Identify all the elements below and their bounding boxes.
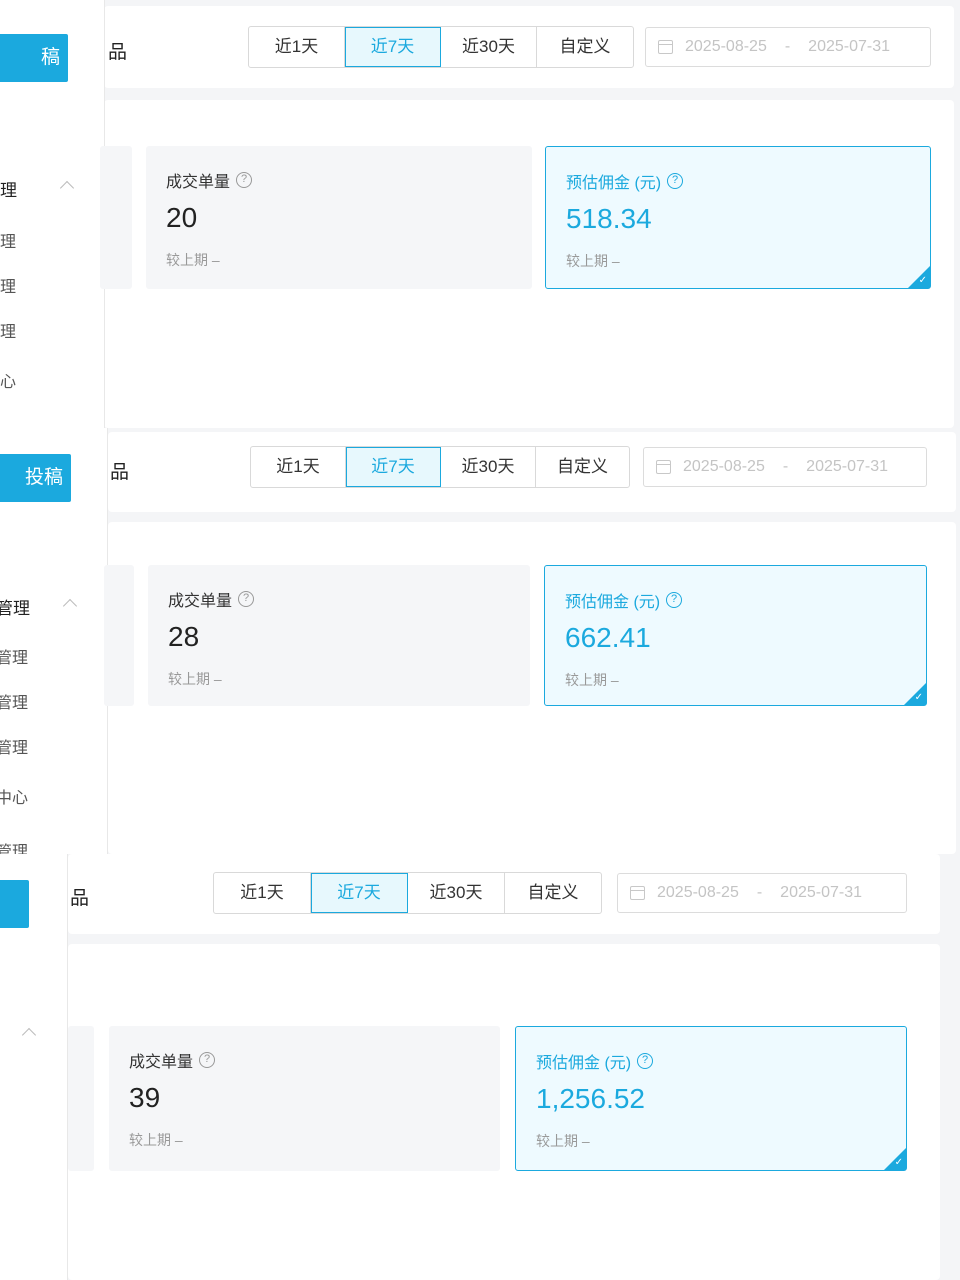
date-tab-group: 近1天 近7天 近30天 自定义	[248, 26, 634, 68]
tab-1-day[interactable]: 近1天	[249, 27, 345, 67]
date-start: 2025-08-25	[683, 458, 765, 475]
metric-label: 成交单量	[168, 593, 233, 610]
compare-label: 较上期	[536, 1133, 578, 1149]
sidebar-submit-button[interactable]: 投稿	[0, 454, 71, 502]
calendar-icon	[658, 40, 673, 54]
metric-value: 39	[129, 1082, 161, 1113]
compare-value: –	[211, 252, 220, 268]
check-icon: ✓	[914, 692, 923, 703]
chevron-up-icon[interactable]	[62, 598, 78, 614]
date-end: 2025-07-31	[780, 884, 863, 901]
tab-7-days[interactable]: 近7天	[346, 447, 441, 487]
page-title: 品	[108, 42, 128, 63]
date-end: 2025-07-31	[808, 38, 891, 55]
sidebar-item[interactable]: 管理	[0, 689, 28, 713]
compare-value: –	[611, 253, 620, 269]
date-separator: -	[782, 458, 789, 475]
help-icon[interactable]: ?	[667, 173, 684, 189]
compare-value: –	[610, 672, 619, 688]
help-icon[interactable]: ?	[637, 1053, 654, 1069]
chevron-up-icon[interactable]	[59, 180, 75, 196]
screenshot-panel-2: 投稿 管理 管理 管理 管理 中心 管理 品 近1天 近7天 近30天 自定义 …	[0, 428, 960, 854]
sidebar-item[interactable]: 管理	[0, 838, 28, 854]
compare-value: –	[213, 671, 222, 687]
sidebar-item[interactable]: 理	[0, 318, 16, 342]
compare-label: 较上期	[168, 671, 210, 687]
calendar-icon	[656, 460, 671, 474]
compare-label: 较上期	[129, 1132, 171, 1148]
metric-label: 成交单量	[129, 1054, 194, 1071]
metric-card-commission[interactable]: 预估佣金 (元)? 518.34 较上期 – ✓	[545, 146, 931, 289]
metric-card-commission[interactable]: 预估佣金 (元)? 1,256.52 较上期 – ✓	[515, 1026, 907, 1171]
tab-1-day[interactable]: 近1天	[214, 873, 311, 913]
sidebar-item[interactable]: 管理	[0, 644, 28, 668]
tab-30-days[interactable]: 近30天	[441, 27, 537, 67]
sidebar-group-label[interactable]: 管理	[0, 594, 30, 619]
compare-label: 较上期	[166, 252, 208, 268]
sidebar: 投稿 管理 管理 管理 管理 中心 管理	[0, 428, 108, 854]
help-icon[interactable]: ?	[238, 591, 255, 607]
help-icon[interactable]: ?	[236, 172, 253, 188]
date-tab-group: 近1天 近7天 近30天 自定义	[213, 872, 602, 914]
sidebar-item[interactable]: 理	[0, 273, 16, 297]
sidebar-item[interactable]: 中心	[0, 784, 28, 808]
sidebar-group-label[interactable]: 理	[0, 176, 17, 201]
metric-card-commission[interactable]: 预估佣金 (元)? 662.41 较上期 – ✓	[544, 565, 927, 706]
date-start: 2025-08-25	[657, 884, 739, 901]
metric-label: 成交单量	[166, 174, 231, 191]
tab-1-day[interactable]: 近1天	[251, 447, 346, 487]
screenshot-panel-3: 品 近1天 近7天 近30天 自定义 2025-08-25 - 2025-07-…	[0, 854, 960, 1280]
date-start: 2025-08-25	[685, 38, 767, 55]
date-end: 2025-07-31	[806, 458, 889, 475]
date-range-picker[interactable]: 2025-08-25 - 2025-07-31	[643, 447, 927, 487]
metric-card-orders[interactable]: 成交单量? 28 较上期 –	[148, 565, 530, 706]
metric-label: 预估佣金 (元)	[536, 1055, 632, 1072]
metric-card-partial[interactable]	[104, 565, 134, 706]
metric-card-orders[interactable]: 成交单量? 39 较上期 –	[109, 1026, 500, 1171]
metric-label: 预估佣金 (元)	[566, 175, 662, 192]
metric-label: 预估佣金 (元)	[565, 594, 661, 611]
date-tab-group: 近1天 近7天 近30天 自定义	[250, 446, 630, 488]
tab-custom[interactable]: 自定义	[505, 873, 601, 913]
sidebar-submit-button[interactable]: 稿	[0, 34, 68, 82]
tab-30-days[interactable]: 近30天	[408, 873, 505, 913]
date-range-picker[interactable]: 2025-08-25 - 2025-07-31	[645, 27, 931, 67]
check-icon: ✓	[918, 275, 927, 286]
metric-value: 518.34	[566, 203, 652, 234]
date-separator: -	[784, 38, 791, 55]
screenshot-panel-1: 稿 理 理 理 理 心 品 近1天 近7天 近30天 自定义 2025-08-2…	[0, 0, 960, 428]
metric-card-partial[interactable]	[68, 1026, 94, 1171]
compare-value: –	[174, 1132, 183, 1148]
tab-custom[interactable]: 自定义	[537, 27, 633, 67]
tab-7-days[interactable]: 近7天	[345, 27, 441, 67]
tab-30-days[interactable]: 近30天	[441, 447, 536, 487]
metric-card-orders[interactable]: 成交单量? 20 较上期 –	[146, 146, 532, 289]
sidebar-item[interactable]: 管理	[0, 734, 28, 758]
help-icon[interactable]: ?	[666, 592, 683, 608]
sidebar-submit-button[interactable]	[0, 880, 29, 928]
compare-label: 较上期	[565, 672, 607, 688]
metric-value: 28	[168, 621, 200, 652]
sidebar: 稿 理 理 理 理 心	[0, 0, 105, 428]
page-title: 品	[70, 888, 90, 909]
metric-value: 662.41	[565, 622, 651, 653]
tab-custom[interactable]: 自定义	[536, 447, 629, 487]
metric-card-partial[interactable]	[100, 146, 132, 289]
tab-7-days[interactable]: 近7天	[311, 873, 408, 913]
sidebar-item[interactable]: 心	[0, 368, 16, 392]
calendar-icon	[630, 886, 645, 900]
help-icon[interactable]: ?	[199, 1052, 216, 1068]
sidebar-item[interactable]: 理	[0, 228, 16, 252]
compare-label: 较上期	[566, 253, 608, 269]
metric-value: 20	[166, 202, 198, 233]
metric-value: 1,256.52	[536, 1083, 645, 1114]
compare-value: –	[581, 1133, 590, 1149]
check-icon: ✓	[894, 1157, 903, 1168]
date-separator: -	[756, 884, 763, 901]
chevron-up-icon[interactable]	[21, 1027, 37, 1043]
sidebar	[0, 854, 68, 1280]
page-title: 品	[110, 462, 130, 483]
date-range-picker[interactable]: 2025-08-25 - 2025-07-31	[617, 873, 907, 913]
